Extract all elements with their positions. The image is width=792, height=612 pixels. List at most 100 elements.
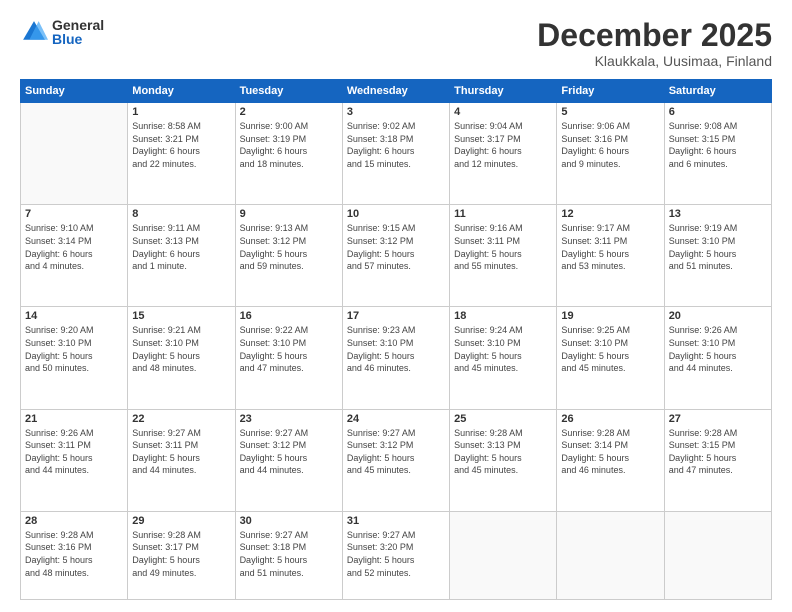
table-row: 21 Sunrise: 9:26 AM Sunset: 3:11 PM Dayli… xyxy=(21,409,128,511)
table-row: 11Sunrise: 9:16 AM Sunset: 3:11 PM Dayli… xyxy=(450,205,557,307)
table-row: 30 Sunrise: 9:27 AM Sunset: 3:18 PM Dayli… xyxy=(235,511,342,599)
day-details: Sunrise: 9:13 AM Sunset: 3:12 PM Dayligh… xyxy=(240,222,338,272)
day-details: Sunrise: 9:28 AM Sunset: 3:17 PM Dayligh… xyxy=(132,529,230,579)
week-row-2: 14Sunrise: 9:20 AM Sunset: 3:10 PM Dayli… xyxy=(21,307,772,409)
day-number: 21 xyxy=(25,413,123,425)
day-number: 4 xyxy=(454,106,552,118)
day-number: 22 xyxy=(132,413,230,425)
day-number: 15 xyxy=(132,310,230,322)
logo: General Blue xyxy=(20,18,104,46)
logo-general: General xyxy=(52,18,104,32)
day-details: Sunrise: 9:27 AM Sunset: 3:20 PM Dayligh… xyxy=(347,529,445,579)
day-details: Sunrise: 9:27 AM Sunset: 3:18 PM Dayligh… xyxy=(240,529,338,579)
day-details: Sunrise: 9:10 AM Sunset: 3:14 PM Dayligh… xyxy=(25,222,123,272)
day-number: 30 xyxy=(240,515,338,527)
day-details: Sunrise: 9:28 AM Sunset: 3:15 PM Dayligh… xyxy=(669,427,767,477)
day-details: Sunrise: 9:00 AM Sunset: 3:19 PM Dayligh… xyxy=(240,120,338,170)
page: General Blue December 2025 Klaukkala, Uu… xyxy=(0,0,792,612)
day-details: Sunrise: 9:19 AM Sunset: 3:10 PM Dayligh… xyxy=(669,222,767,272)
day-number: 28 xyxy=(25,515,123,527)
day-details: Sunrise: 9:27 AM Sunset: 3:12 PM Dayligh… xyxy=(347,427,445,477)
day-details: Sunrise: 8:58 AM Sunset: 3:21 PM Dayligh… xyxy=(132,120,230,170)
day-details: Sunrise: 9:28 AM Sunset: 3:14 PM Dayligh… xyxy=(561,427,659,477)
table-row xyxy=(557,511,664,599)
day-number: 8 xyxy=(132,208,230,220)
day-details: Sunrise: 9:23 AM Sunset: 3:10 PM Dayligh… xyxy=(347,324,445,374)
table-row: 2 Sunrise: 9:00 AM Sunset: 3:19 PM Daylig… xyxy=(235,103,342,205)
day-number: 17 xyxy=(347,310,445,322)
table-row: 7Sunrise: 9:10 AM Sunset: 3:14 PM Daylig… xyxy=(21,205,128,307)
header-wednesday: Wednesday xyxy=(342,80,449,103)
table-row: 25Sunrise: 9:28 AM Sunset: 3:13 PM Dayli… xyxy=(450,409,557,511)
day-number: 23 xyxy=(240,413,338,425)
day-details: Sunrise: 9:06 AM Sunset: 3:16 PM Dayligh… xyxy=(561,120,659,170)
day-details: Sunrise: 9:27 AM Sunset: 3:11 PM Dayligh… xyxy=(132,427,230,477)
day-details: Sunrise: 9:11 AM Sunset: 3:13 PM Dayligh… xyxy=(132,222,230,272)
table-row xyxy=(450,511,557,599)
location-subtitle: Klaukkala, Uusimaa, Finland xyxy=(537,53,772,69)
table-row xyxy=(664,511,771,599)
day-number: 12 xyxy=(561,208,659,220)
day-details: Sunrise: 9:27 AM Sunset: 3:12 PM Dayligh… xyxy=(240,427,338,477)
day-details: Sunrise: 9:26 AM Sunset: 3:10 PM Dayligh… xyxy=(669,324,767,374)
day-number: 6 xyxy=(669,106,767,118)
day-details: Sunrise: 9:20 AM Sunset: 3:10 PM Dayligh… xyxy=(25,324,123,374)
table-row: 18Sunrise: 9:24 AM Sunset: 3:10 PM Dayli… xyxy=(450,307,557,409)
logo-icon xyxy=(20,18,48,46)
day-number: 25 xyxy=(454,413,552,425)
day-details: Sunrise: 9:16 AM Sunset: 3:11 PM Dayligh… xyxy=(454,222,552,272)
table-row: 31 Sunrise: 9:27 AM Sunset: 3:20 PM Dayli… xyxy=(342,511,449,599)
header-saturday: Saturday xyxy=(664,80,771,103)
day-details: Sunrise: 9:21 AM Sunset: 3:10 PM Dayligh… xyxy=(132,324,230,374)
table-row: 9Sunrise: 9:13 AM Sunset: 3:12 PM Daylig… xyxy=(235,205,342,307)
day-details: Sunrise: 9:17 AM Sunset: 3:11 PM Dayligh… xyxy=(561,222,659,272)
table-row: 13 Sunrise: 9:19 AM Sunset: 3:10 PM Dayli… xyxy=(664,205,771,307)
calendar-table: Sunday Monday Tuesday Wednesday Thursday… xyxy=(20,79,772,600)
table-row: 22 Sunrise: 9:27 AM Sunset: 3:11 PM Dayli… xyxy=(128,409,235,511)
day-number: 24 xyxy=(347,413,445,425)
day-number: 29 xyxy=(132,515,230,527)
day-details: Sunrise: 9:25 AM Sunset: 3:10 PM Dayligh… xyxy=(561,324,659,374)
day-number: 2 xyxy=(240,106,338,118)
day-details: Sunrise: 9:22 AM Sunset: 3:10 PM Dayligh… xyxy=(240,324,338,374)
table-row: 1 Sunrise: 8:58 AM Sunset: 3:21 PM Daylig… xyxy=(128,103,235,205)
day-number: 16 xyxy=(240,310,338,322)
calendar-header-row: Sunday Monday Tuesday Wednesday Thursday… xyxy=(21,80,772,103)
day-number: 27 xyxy=(669,413,767,425)
table-row: 26 Sunrise: 9:28 AM Sunset: 3:14 PM Dayli… xyxy=(557,409,664,511)
header-monday: Monday xyxy=(128,80,235,103)
week-row-0: 1 Sunrise: 8:58 AM Sunset: 3:21 PM Daylig… xyxy=(21,103,772,205)
logo-blue: Blue xyxy=(52,32,104,46)
day-details: Sunrise: 9:02 AM Sunset: 3:18 PM Dayligh… xyxy=(347,120,445,170)
table-row: 28Sunrise: 9:28 AM Sunset: 3:16 PM Dayli… xyxy=(21,511,128,599)
day-number: 26 xyxy=(561,413,659,425)
day-number: 10 xyxy=(347,208,445,220)
day-number: 19 xyxy=(561,310,659,322)
header-tuesday: Tuesday xyxy=(235,80,342,103)
day-number: 13 xyxy=(669,208,767,220)
table-row: 19 Sunrise: 9:25 AM Sunset: 3:10 PM Dayli… xyxy=(557,307,664,409)
table-row: 5 Sunrise: 9:06 AM Sunset: 3:16 PM Daylig… xyxy=(557,103,664,205)
day-details: Sunrise: 9:26 AM Sunset: 3:11 PM Dayligh… xyxy=(25,427,123,477)
day-number: 20 xyxy=(669,310,767,322)
table-row: 16 Sunrise: 9:22 AM Sunset: 3:10 PM Dayli… xyxy=(235,307,342,409)
day-number: 1 xyxy=(132,106,230,118)
table-row: 14Sunrise: 9:20 AM Sunset: 3:10 PM Dayli… xyxy=(21,307,128,409)
title-section: December 2025 Klaukkala, Uusimaa, Finlan… xyxy=(537,18,772,69)
table-row: 29 Sunrise: 9:28 AM Sunset: 3:17 PM Dayli… xyxy=(128,511,235,599)
day-number: 3 xyxy=(347,106,445,118)
table-row: 10 Sunrise: 9:15 AM Sunset: 3:12 PM Dayli… xyxy=(342,205,449,307)
table-row: 4Sunrise: 9:04 AM Sunset: 3:17 PM Daylig… xyxy=(450,103,557,205)
table-row: 24 Sunrise: 9:27 AM Sunset: 3:12 PM Dayli… xyxy=(342,409,449,511)
logo-text: General Blue xyxy=(52,18,104,46)
week-row-3: 21 Sunrise: 9:26 AM Sunset: 3:11 PM Dayli… xyxy=(21,409,772,511)
day-number: 31 xyxy=(347,515,445,527)
day-details: Sunrise: 9:15 AM Sunset: 3:12 PM Dayligh… xyxy=(347,222,445,272)
table-row: 15 Sunrise: 9:21 AM Sunset: 3:10 PM Dayli… xyxy=(128,307,235,409)
header-thursday: Thursday xyxy=(450,80,557,103)
day-number: 5 xyxy=(561,106,659,118)
day-number: 18 xyxy=(454,310,552,322)
header-friday: Friday xyxy=(557,80,664,103)
month-title: December 2025 xyxy=(537,18,772,53)
day-details: Sunrise: 9:08 AM Sunset: 3:15 PM Dayligh… xyxy=(669,120,767,170)
